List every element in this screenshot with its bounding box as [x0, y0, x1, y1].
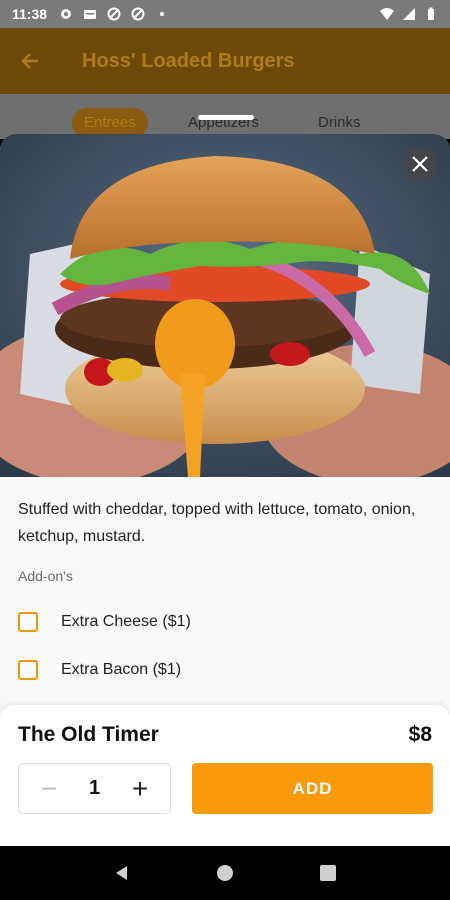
quantity-value: 1 [88, 777, 101, 799]
addons-heading: Add-on's [18, 568, 73, 584]
circle-home-icon [216, 865, 233, 881]
quantity-stepper: − 1 + [18, 763, 171, 814]
status-time: 11:38 [12, 6, 48, 22]
square-recents-icon [320, 865, 337, 881]
order-footer: The Old Timer $8 − 1 + ADD [0, 705, 450, 846]
dot-icon [160, 12, 165, 16]
item-description: Stuffed with cheddar, topped with lettuc… [18, 501, 416, 545]
sheet-drag-handle[interactable] [198, 115, 254, 120]
signal-icon [403, 8, 415, 20]
blocked-icon-2 [131, 7, 145, 21]
add-to-cart-button[interactable]: ADD [192, 763, 433, 814]
addon-label: Extra Cheese ($1) [61, 613, 191, 630]
wifi-icon [380, 8, 394, 20]
decrease-quantity-button[interactable]: − [29, 769, 69, 809]
back-button[interactable] [0, 28, 60, 94]
close-button[interactable] [402, 146, 438, 182]
triangle-back-icon [115, 866, 127, 880]
battery-icon [428, 7, 434, 20]
nav-recents-button[interactable] [308, 853, 348, 893]
card-icon [84, 10, 97, 19]
checkbox-extra-bacon[interactable] [18, 660, 38, 680]
item-name: The Old Timer [18, 723, 159, 746]
burger-photo [0, 134, 450, 477]
app-bar: Hoss' Loaded Burgers [0, 28, 450, 94]
nav-back-button[interactable] [102, 853, 142, 893]
page-title: Hoss' Loaded Burgers [82, 49, 295, 72]
addon-extra-cheese[interactable]: Extra Cheese ($1) [18, 610, 191, 634]
checkbox-extra-cheese[interactable] [18, 612, 38, 632]
status-bar: 11:38 [0, 0, 450, 28]
addon-extra-bacon[interactable]: Extra Bacon ($1) [18, 658, 181, 682]
item-detail-sheet: Stuffed with cheddar, topped with lettuc… [0, 134, 450, 846]
arrow-left-icon [21, 53, 38, 69]
nav-home-button[interactable] [205, 853, 245, 893]
gear-icon [61, 9, 72, 19]
increase-quantity-button[interactable]: + [120, 769, 160, 809]
addon-label: Extra Bacon ($1) [61, 661, 182, 678]
blocked-icon [107, 7, 121, 21]
close-icon [412, 156, 428, 172]
system-nav-bar [0, 846, 450, 900]
item-price: $8 [408, 723, 432, 746]
